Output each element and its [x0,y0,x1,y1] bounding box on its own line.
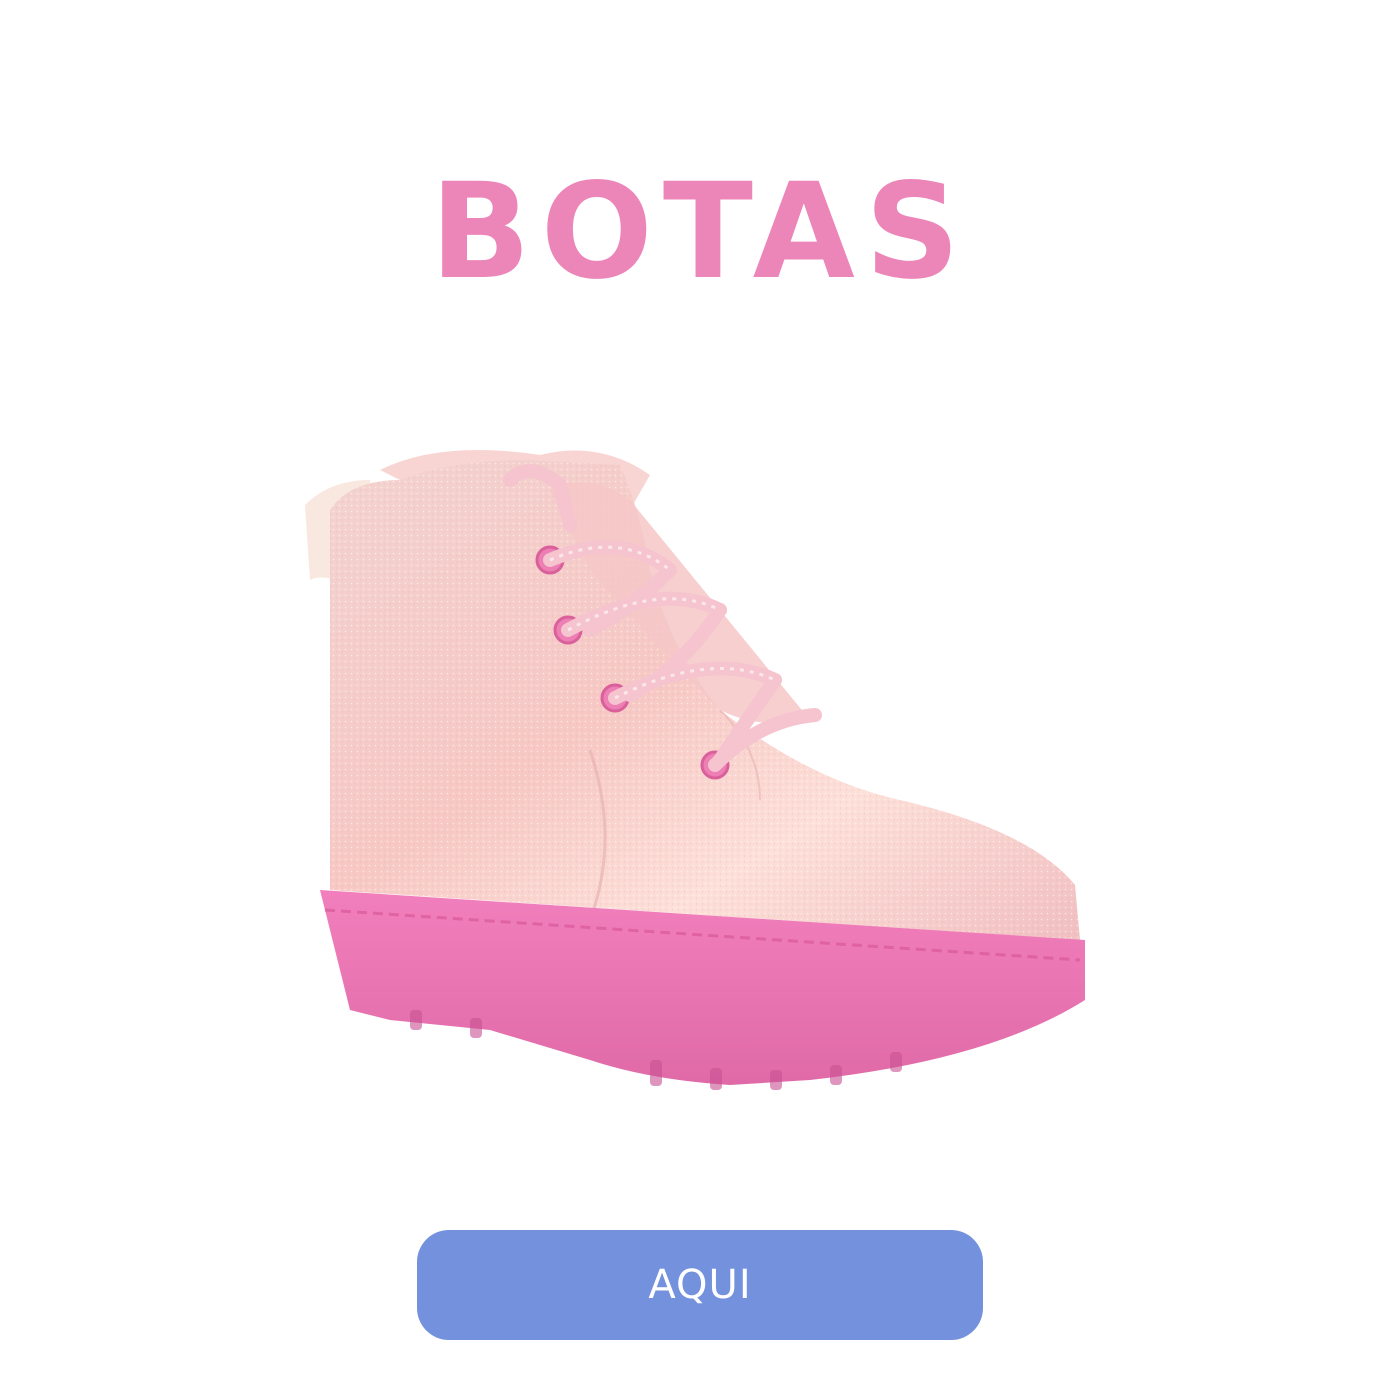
aqui-button-label: AQUI [648,1262,752,1308]
category-card: BOTAS AQUI [0,0,1400,1400]
page-title: BOTAS [430,155,970,310]
aqui-button[interactable]: AQUI [417,1230,983,1340]
boot-product-image [305,450,1085,1090]
